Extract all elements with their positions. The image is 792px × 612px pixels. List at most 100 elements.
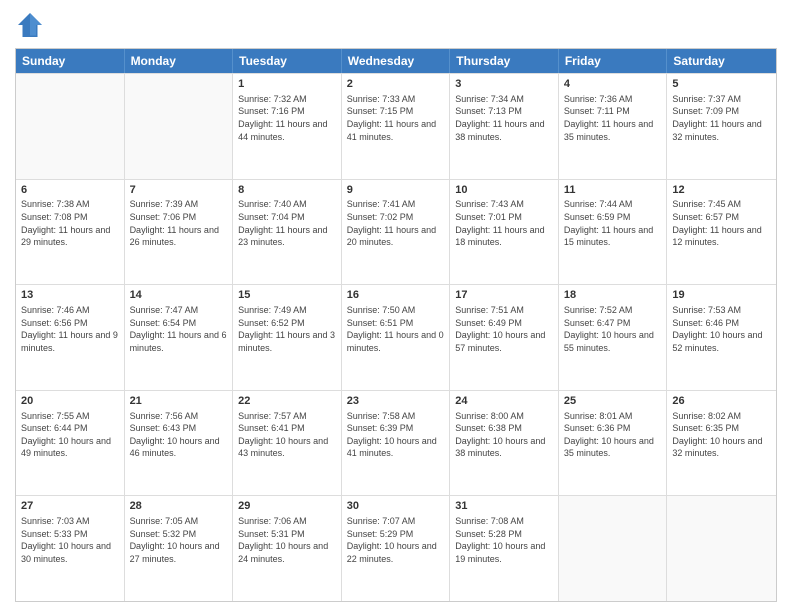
day-number: 18 (564, 288, 662, 303)
cal-cell-24: 24Sunrise: 8:00 AM Sunset: 6:38 PM Dayli… (450, 391, 559, 496)
cal-row-4: 27Sunrise: 7:03 AM Sunset: 5:33 PM Dayli… (16, 495, 776, 601)
cell-info: Sunrise: 7:37 AM Sunset: 7:09 PM Dayligh… (672, 93, 771, 143)
cal-cell-11: 11Sunrise: 7:44 AM Sunset: 6:59 PM Dayli… (559, 180, 668, 285)
day-number: 24 (455, 394, 553, 409)
cal-cell-26: 26Sunrise: 8:02 AM Sunset: 6:35 PM Dayli… (667, 391, 776, 496)
header-day-thursday: Thursday (450, 49, 559, 73)
cal-cell-3: 3Sunrise: 7:34 AM Sunset: 7:13 PM Daylig… (450, 74, 559, 179)
logo-icon (15, 10, 45, 40)
cal-cell-7: 7Sunrise: 7:39 AM Sunset: 7:06 PM Daylig… (125, 180, 234, 285)
cell-info: Sunrise: 7:43 AM Sunset: 7:01 PM Dayligh… (455, 198, 553, 248)
day-number: 26 (672, 394, 771, 409)
day-number: 3 (455, 77, 553, 92)
cell-info: Sunrise: 7:38 AM Sunset: 7:08 PM Dayligh… (21, 198, 119, 248)
cal-cell-empty-4-6 (667, 496, 776, 601)
cell-info: Sunrise: 8:02 AM Sunset: 6:35 PM Dayligh… (672, 410, 771, 460)
cell-info: Sunrise: 7:45 AM Sunset: 6:57 PM Dayligh… (672, 198, 771, 248)
day-number: 20 (21, 394, 119, 409)
day-number: 15 (238, 288, 336, 303)
cell-info: Sunrise: 7:46 AM Sunset: 6:56 PM Dayligh… (21, 304, 119, 354)
day-number: 29 (238, 499, 336, 514)
cal-cell-18: 18Sunrise: 7:52 AM Sunset: 6:47 PM Dayli… (559, 285, 668, 390)
day-number: 19 (672, 288, 771, 303)
cell-info: Sunrise: 7:05 AM Sunset: 5:32 PM Dayligh… (130, 515, 228, 565)
calendar-header: SundayMondayTuesdayWednesdayThursdayFrid… (16, 49, 776, 73)
cell-info: Sunrise: 7:39 AM Sunset: 7:06 PM Dayligh… (130, 198, 228, 248)
cal-row-2: 13Sunrise: 7:46 AM Sunset: 6:56 PM Dayli… (16, 284, 776, 390)
day-number: 21 (130, 394, 228, 409)
cell-info: Sunrise: 7:47 AM Sunset: 6:54 PM Dayligh… (130, 304, 228, 354)
cal-cell-10: 10Sunrise: 7:43 AM Sunset: 7:01 PM Dayli… (450, 180, 559, 285)
page: SundayMondayTuesdayWednesdayThursdayFrid… (0, 0, 792, 612)
cell-info: Sunrise: 7:08 AM Sunset: 5:28 PM Dayligh… (455, 515, 553, 565)
cell-info: Sunrise: 7:51 AM Sunset: 6:49 PM Dayligh… (455, 304, 553, 354)
cal-cell-8: 8Sunrise: 7:40 AM Sunset: 7:04 PM Daylig… (233, 180, 342, 285)
cell-info: Sunrise: 7:49 AM Sunset: 6:52 PM Dayligh… (238, 304, 336, 354)
cell-info: Sunrise: 7:53 AM Sunset: 6:46 PM Dayligh… (672, 304, 771, 354)
day-number: 23 (347, 394, 445, 409)
day-number: 2 (347, 77, 445, 92)
cell-info: Sunrise: 7:41 AM Sunset: 7:02 PM Dayligh… (347, 198, 445, 248)
cal-cell-12: 12Sunrise: 7:45 AM Sunset: 6:57 PM Dayli… (667, 180, 776, 285)
cell-info: Sunrise: 7:44 AM Sunset: 6:59 PM Dayligh… (564, 198, 662, 248)
cal-cell-empty-0-1 (125, 74, 234, 179)
day-number: 6 (21, 183, 119, 198)
cal-cell-2: 2Sunrise: 7:33 AM Sunset: 7:15 PM Daylig… (342, 74, 451, 179)
cal-cell-6: 6Sunrise: 7:38 AM Sunset: 7:08 PM Daylig… (16, 180, 125, 285)
day-number: 5 (672, 77, 771, 92)
day-number: 25 (564, 394, 662, 409)
header-day-saturday: Saturday (667, 49, 776, 73)
cal-cell-17: 17Sunrise: 7:51 AM Sunset: 6:49 PM Dayli… (450, 285, 559, 390)
cell-info: Sunrise: 7:52 AM Sunset: 6:47 PM Dayligh… (564, 304, 662, 354)
cal-cell-empty-4-5 (559, 496, 668, 601)
day-number: 7 (130, 183, 228, 198)
header (15, 10, 777, 40)
day-number: 10 (455, 183, 553, 198)
cell-info: Sunrise: 7:34 AM Sunset: 7:13 PM Dayligh… (455, 93, 553, 143)
day-number: 31 (455, 499, 553, 514)
day-number: 4 (564, 77, 662, 92)
day-number: 8 (238, 183, 336, 198)
cell-info: Sunrise: 7:06 AM Sunset: 5:31 PM Dayligh… (238, 515, 336, 565)
cell-info: Sunrise: 8:01 AM Sunset: 6:36 PM Dayligh… (564, 410, 662, 460)
cell-info: Sunrise: 7:50 AM Sunset: 6:51 PM Dayligh… (347, 304, 445, 354)
header-day-friday: Friday (559, 49, 668, 73)
cal-cell-25: 25Sunrise: 8:01 AM Sunset: 6:36 PM Dayli… (559, 391, 668, 496)
cell-info: Sunrise: 7:36 AM Sunset: 7:11 PM Dayligh… (564, 93, 662, 143)
cell-info: Sunrise: 7:57 AM Sunset: 6:41 PM Dayligh… (238, 410, 336, 460)
cal-cell-20: 20Sunrise: 7:55 AM Sunset: 6:44 PM Dayli… (16, 391, 125, 496)
day-number: 1 (238, 77, 336, 92)
cal-cell-9: 9Sunrise: 7:41 AM Sunset: 7:02 PM Daylig… (342, 180, 451, 285)
header-day-wednesday: Wednesday (342, 49, 451, 73)
cell-info: Sunrise: 7:07 AM Sunset: 5:29 PM Dayligh… (347, 515, 445, 565)
header-day-monday: Monday (125, 49, 234, 73)
cell-info: Sunrise: 7:40 AM Sunset: 7:04 PM Dayligh… (238, 198, 336, 248)
cal-cell-16: 16Sunrise: 7:50 AM Sunset: 6:51 PM Dayli… (342, 285, 451, 390)
day-number: 13 (21, 288, 119, 303)
day-number: 12 (672, 183, 771, 198)
cell-info: Sunrise: 7:58 AM Sunset: 6:39 PM Dayligh… (347, 410, 445, 460)
cal-cell-30: 30Sunrise: 7:07 AM Sunset: 5:29 PM Dayli… (342, 496, 451, 601)
cal-cell-1: 1Sunrise: 7:32 AM Sunset: 7:16 PM Daylig… (233, 74, 342, 179)
day-number: 27 (21, 499, 119, 514)
cal-row-1: 6Sunrise: 7:38 AM Sunset: 7:08 PM Daylig… (16, 179, 776, 285)
cal-row-0: 1Sunrise: 7:32 AM Sunset: 7:16 PM Daylig… (16, 73, 776, 179)
cal-cell-empty-0-0 (16, 74, 125, 179)
day-number: 28 (130, 499, 228, 514)
cal-cell-22: 22Sunrise: 7:57 AM Sunset: 6:41 PM Dayli… (233, 391, 342, 496)
cal-cell-15: 15Sunrise: 7:49 AM Sunset: 6:52 PM Dayli… (233, 285, 342, 390)
cell-info: Sunrise: 8:00 AM Sunset: 6:38 PM Dayligh… (455, 410, 553, 460)
cal-cell-21: 21Sunrise: 7:56 AM Sunset: 6:43 PM Dayli… (125, 391, 234, 496)
cal-cell-31: 31Sunrise: 7:08 AM Sunset: 5:28 PM Dayli… (450, 496, 559, 601)
logo (15, 10, 49, 40)
cal-cell-19: 19Sunrise: 7:53 AM Sunset: 6:46 PM Dayli… (667, 285, 776, 390)
cell-info: Sunrise: 7:55 AM Sunset: 6:44 PM Dayligh… (21, 410, 119, 460)
calendar: SundayMondayTuesdayWednesdayThursdayFrid… (15, 48, 777, 602)
day-number: 14 (130, 288, 228, 303)
day-number: 17 (455, 288, 553, 303)
header-day-tuesday: Tuesday (233, 49, 342, 73)
cell-info: Sunrise: 7:32 AM Sunset: 7:16 PM Dayligh… (238, 93, 336, 143)
cell-info: Sunrise: 7:56 AM Sunset: 6:43 PM Dayligh… (130, 410, 228, 460)
cal-cell-27: 27Sunrise: 7:03 AM Sunset: 5:33 PM Dayli… (16, 496, 125, 601)
header-day-sunday: Sunday (16, 49, 125, 73)
